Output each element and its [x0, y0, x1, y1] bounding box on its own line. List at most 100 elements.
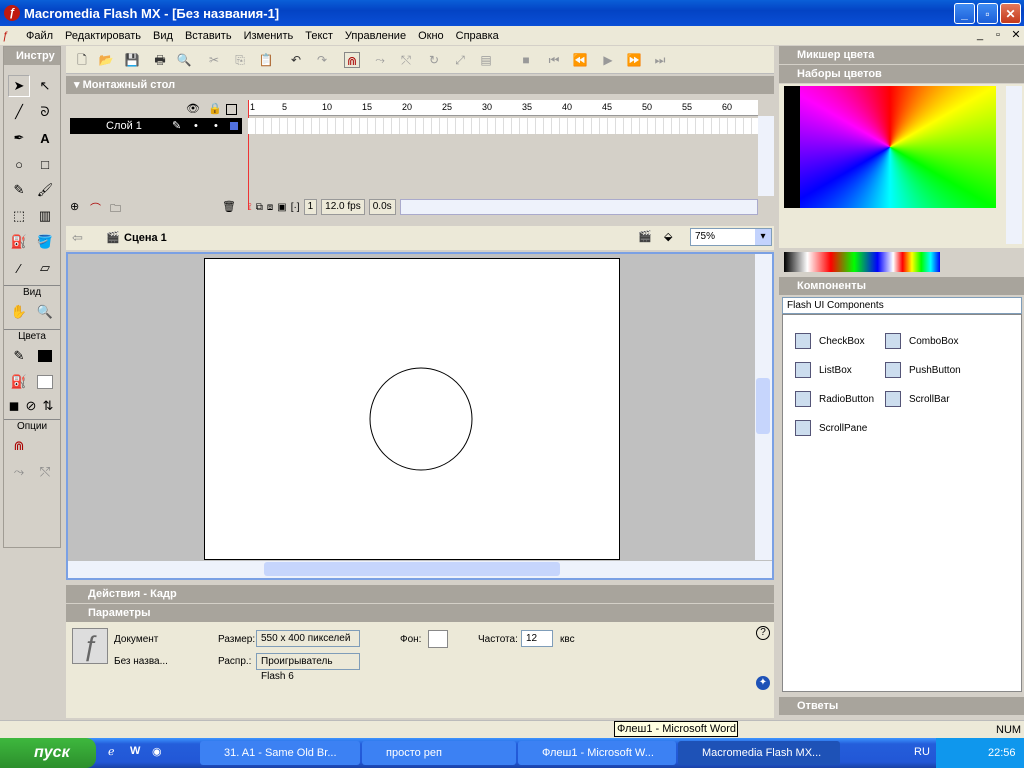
gradient-swatches[interactable]	[784, 252, 940, 272]
onion-skin-icon[interactable]: ⧉	[256, 202, 263, 213]
rate-input[interactable]: 12	[521, 630, 553, 647]
frame-ruler[interactable]: 1 5 10 15 20 25 30 35 40 45 50 55 60	[248, 100, 758, 116]
stroke-color-swatch[interactable]	[34, 345, 56, 367]
onion-outline-icon[interactable]: ⧈	[267, 202, 273, 213]
zoom-arrow-icon[interactable]: ▾	[755, 229, 771, 245]
word-quicklaunch-icon[interactable]: W	[130, 745, 140, 757]
doc-minimize-button[interactable]: _	[972, 28, 988, 42]
pen-tool-icon[interactable]: ✒	[8, 127, 30, 149]
component-radiobutton[interactable]: RadioButton	[795, 391, 874, 407]
edit-scene-icon[interactable]: 🎬	[638, 230, 652, 243]
stage-hscroll[interactable]	[68, 561, 772, 578]
stage-vscroll[interactable]	[755, 254, 772, 560]
playhead[interactable]	[248, 100, 256, 210]
components-bar[interactable]: Компоненты	[779, 277, 1024, 295]
circle-shape[interactable]	[369, 367, 473, 471]
task-winamp[interactable]: 31. A1 - Same Old Br...	[200, 741, 360, 765]
maximize-button[interactable]: ▫	[977, 3, 998, 24]
fill-color-icon[interactable]: ⛽	[8, 371, 30, 393]
stage-area[interactable]	[66, 252, 774, 580]
menu-edit[interactable]: Редактировать	[59, 30, 147, 42]
subselect-tool-icon[interactable]: ↖	[34, 75, 56, 97]
lock-icon[interactable]: 🔒	[208, 102, 222, 115]
smooth-icon[interactable]: ⤳	[8, 461, 30, 483]
cut-icon[interactable]: ✂	[206, 52, 222, 68]
step-forward-icon[interactable]: ⏩	[626, 52, 642, 68]
task-folder[interactable]: просто реп	[362, 741, 516, 765]
pencil-tool-icon[interactable]: ✎	[8, 179, 30, 201]
menu-text[interactable]: Текст	[299, 30, 339, 42]
task-flash[interactable]: Macromedia Flash MX...	[678, 741, 840, 765]
menu-modify[interactable]: Изменить	[238, 30, 300, 42]
component-scrollbar[interactable]: ScrollBar	[885, 391, 950, 407]
ink-bottle-tool-icon[interactable]: ⛽	[8, 231, 30, 253]
menu-help[interactable]: Справка	[450, 30, 505, 42]
free-transform-tool-icon[interactable]: ⬚	[8, 205, 30, 227]
save-icon[interactable]: 💾	[124, 52, 140, 68]
size-button[interactable]: 550 x 400 пикселей	[256, 630, 360, 647]
rectangle-tool-icon[interactable]: □	[34, 153, 56, 175]
menu-insert[interactable]: Вставить	[179, 30, 238, 42]
components-dropdown[interactable]: Flash UI Components	[782, 297, 1022, 314]
rewind-icon[interactable]: ⏮	[546, 52, 562, 68]
go-to-end-icon[interactable]: ⏭	[652, 52, 668, 68]
add-folder-icon[interactable]: 🗀	[110, 200, 121, 219]
eye-icon[interactable]: 👁	[186, 102, 200, 115]
paint-bucket-tool-icon[interactable]: 🪣	[34, 231, 56, 253]
edit-symbol-icon[interactable]: ⬙	[664, 230, 672, 243]
back-arrow-icon[interactable]: ⇦	[72, 230, 83, 246]
minimize-button[interactable]: _	[954, 3, 975, 24]
hand-tool-icon[interactable]: ✋	[8, 301, 30, 323]
actions-panel-bar[interactable]: Действия - Кадр	[66, 585, 774, 603]
start-button[interactable]: пуск	[0, 738, 96, 768]
swatches-vscroll[interactable]	[1006, 86, 1022, 244]
outline-icon[interactable]	[226, 104, 237, 115]
add-layer-icon[interactable]: ⊕	[70, 200, 79, 213]
menu-file[interactable]: Файл	[20, 30, 59, 42]
open-file-icon[interactable]: 📂	[98, 52, 114, 68]
print-icon[interactable]: 🖶	[152, 52, 168, 68]
align-icon[interactable]: ▤	[478, 52, 494, 68]
layer-lock-dot[interactable]: •	[214, 118, 218, 134]
zoom-dropdown[interactable]: 75% ▾	[690, 228, 772, 246]
component-scrollpane[interactable]: ScrollPane	[795, 420, 867, 436]
frame-cells[interactable]	[248, 118, 758, 134]
smooth-toolbar-icon[interactable]: ⤳	[372, 52, 388, 68]
publish-button[interactable]: Проигрыватель Flash 6	[256, 653, 360, 682]
component-pushbutton[interactable]: PushButton	[885, 362, 961, 378]
edit-multiple-icon[interactable]: ▣	[277, 202, 286, 213]
no-color-icon[interactable]: ⊘	[23, 395, 39, 417]
bg-color-swatch[interactable]	[428, 630, 448, 648]
add-guide-icon[interactable]: ⌒	[90, 200, 101, 216]
scale-icon[interactable]: ⤢	[452, 52, 468, 68]
answers-bar[interactable]: Ответы	[779, 697, 1024, 715]
help-icon[interactable]: ?	[756, 626, 770, 640]
close-button[interactable]: ✕	[1000, 3, 1021, 24]
stage-canvas[interactable]	[204, 258, 620, 560]
stage-vscroll-thumb[interactable]	[756, 378, 770, 434]
redo-icon[interactable]: ↷	[314, 52, 330, 68]
doc-restore-button[interactable]: ▫	[990, 28, 1006, 42]
ie-icon[interactable]: ℯ	[108, 745, 115, 758]
doc-close-button[interactable]: ✕	[1008, 28, 1024, 42]
accessibility-icon[interactable]: ✦	[756, 676, 770, 690]
print-preview-icon[interactable]: 🔍	[176, 52, 192, 68]
layer-row[interactable]: Слой 1 ✎ • •	[70, 118, 242, 134]
center-frame-icon[interactable]: ⟟	[248, 202, 252, 213]
component-checkbox[interactable]: CheckBox	[795, 333, 865, 349]
play-icon[interactable]: ▶	[600, 52, 616, 68]
language-indicator[interactable]: RU	[914, 746, 930, 758]
rotate-icon[interactable]: ↻	[426, 52, 442, 68]
lasso-tool-icon[interactable]: ᘐ	[34, 101, 56, 123]
timeline-header[interactable]: ▾ Монтажный стол	[66, 76, 774, 94]
copy-icon[interactable]: ⎘	[232, 52, 248, 68]
timeline-hscroll[interactable]	[399, 199, 758, 215]
media-icon[interactable]: ◉	[152, 745, 162, 758]
oval-tool-icon[interactable]: ○	[8, 153, 30, 175]
eraser-tool-icon[interactable]: ▱	[34, 257, 56, 279]
delete-layer-icon[interactable]: 🗑	[222, 200, 236, 213]
color-swatch-grid[interactable]	[784, 86, 996, 208]
stroke-color-icon[interactable]: ✎	[8, 345, 30, 367]
paste-icon[interactable]: 📋	[258, 52, 274, 68]
text-tool-icon[interactable]: A	[34, 127, 56, 149]
